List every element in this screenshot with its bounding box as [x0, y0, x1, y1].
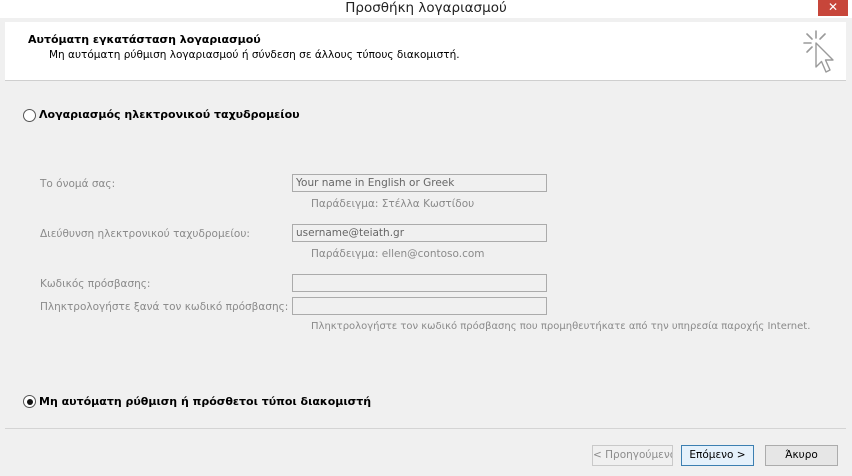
cursor-click-icon [803, 30, 834, 73]
name-hint: Παράδειγμα: Στέλλα Κωστίδου [311, 198, 475, 210]
wizard-header: Αυτόματη εγκατάσταση λογαριασμού Μη αυτό… [5, 22, 846, 81]
name-label: Το όνομά σας: [40, 178, 116, 190]
manual-setup-label[interactable]: Μη αυτόματη ρύθμιση ή πρόσθετοι τύποι δι… [39, 395, 371, 408]
close-button[interactable]: ✕ [818, 0, 848, 16]
header-subtitle: Μη αυτόματη ρύθμιση λογαριασμού ή σύνδεσ… [49, 49, 460, 61]
window-title: Προσθήκη λογαριασμού [345, 0, 507, 16]
email-account-radio[interactable] [23, 109, 36, 122]
email-hint: Παράδειγμα: ellen@contoso.com [311, 248, 485, 260]
manual-setup-radio[interactable] [23, 395, 36, 408]
email-input[interactable]: username@teiath.gr [292, 224, 547, 242]
footer-divider [5, 428, 846, 429]
name-input[interactable]: Your name in English or Greek [292, 174, 547, 192]
email-label: Διεύθυνση ηλεκτρονικού ταχυδρομείου: [40, 228, 250, 240]
title-bar: Προσθήκη λογαριασμού ✕ [0, 0, 852, 18]
password-confirm-label: Πληκτρολογήστε ξανά τον κωδικό πρόσβασης… [40, 301, 289, 313]
password-input[interactable] [292, 274, 547, 292]
password-confirm-input[interactable] [292, 297, 547, 315]
email-account-label[interactable]: Λογαριασμός ηλεκτρονικού ταχυδρομείου [39, 108, 300, 121]
header-title: Αυτόματη εγκατάσταση λογαριασμού [28, 33, 261, 46]
cancel-button[interactable]: Άκυρο [765, 445, 838, 466]
back-button[interactable]: < Προηγούμενο [592, 445, 673, 466]
password-hint: Πληκτρολογήστε τον κωδικό πρόσβασης που … [311, 321, 811, 332]
next-button[interactable]: Επόμενο > [681, 445, 754, 466]
password-label: Κωδικός πρόσβασης: [40, 278, 151, 290]
